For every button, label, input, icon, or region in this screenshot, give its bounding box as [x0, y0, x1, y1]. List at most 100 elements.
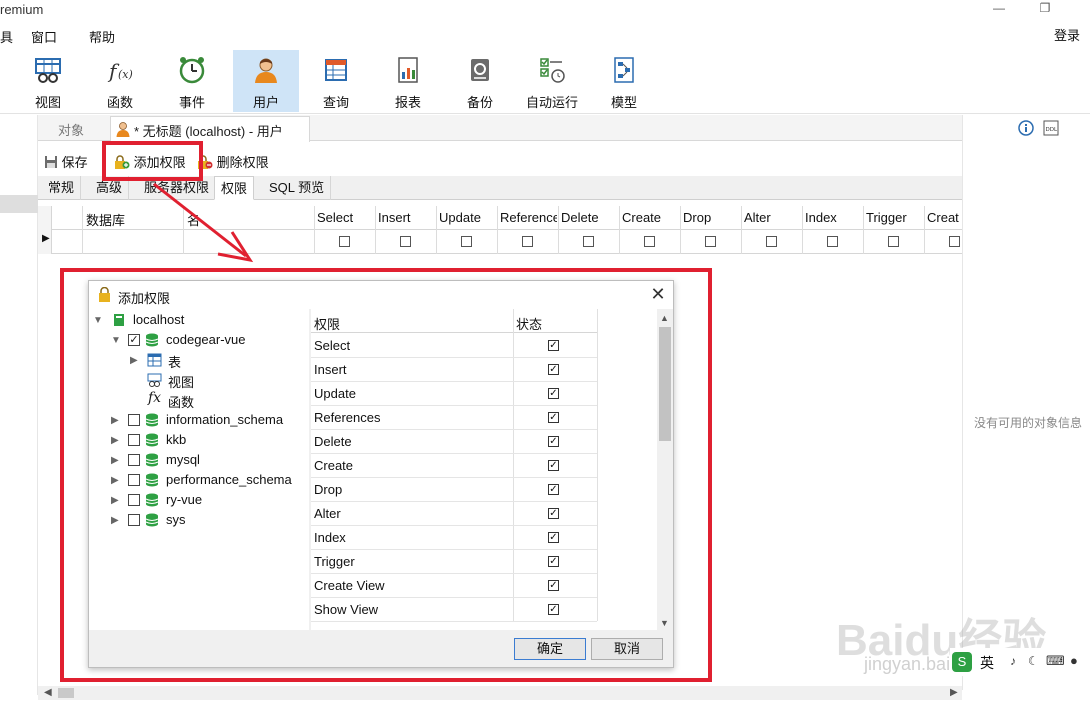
col-index[interactable]: Index: [805, 210, 862, 225]
col-insert[interactable]: Insert: [378, 210, 435, 225]
keyboard-icon[interactable]: ⌨: [1046, 653, 1065, 669]
grid-divider: [619, 206, 620, 254]
annotation-arrow-icon: [153, 182, 254, 263]
grid-divider: [375, 206, 376, 254]
menu-tools[interactable]: 具: [0, 27, 13, 46]
grid-divider: [82, 206, 83, 254]
scroll-left-icon[interactable]: ◀: [44, 687, 52, 698]
tool-function[interactable]: f (x) 函数: [89, 50, 151, 112]
grid-checkbox[interactable]: [644, 236, 655, 247]
grid-divider: [802, 206, 803, 254]
col-create-view[interactable]: Creat: [927, 210, 961, 225]
tree-selection[interactable]: [0, 195, 38, 213]
col-delete[interactable]: Delete: [561, 210, 618, 225]
highlight-box-dialog: [60, 268, 712, 682]
tool-view[interactable]: 视图: [17, 50, 79, 112]
col-drop[interactable]: Drop: [683, 210, 740, 225]
grid-checkbox[interactable]: [949, 236, 960, 247]
tool-label: 函数: [106, 95, 133, 110]
delete-privilege-label: 删除权限: [216, 155, 269, 170]
tool-model[interactable]: 模型: [593, 50, 655, 112]
grid-divider: [680, 206, 681, 254]
ime-logo-icon[interactable]: S: [952, 652, 972, 672]
grid-divider: [924, 206, 925, 254]
horizontal-scrollbar[interactable]: [38, 686, 962, 700]
tool-autorun[interactable]: 自动运行: [521, 50, 583, 112]
ime-toolbar: S 英 ♪ ☾ ⌨ ●: [950, 648, 1090, 676]
model-icon: [614, 57, 634, 83]
highlight-box-add-privilege: [102, 141, 203, 181]
ddl-icon[interactable]: DDL: [1043, 120, 1059, 136]
tool-event[interactable]: 事件: [161, 50, 223, 112]
tool-user[interactable]: 用户: [233, 50, 299, 112]
grid-checkbox[interactable]: [522, 236, 533, 247]
grid-checkbox[interactable]: [461, 236, 472, 247]
grid-checkbox[interactable]: [705, 236, 716, 247]
col-update[interactable]: Update: [439, 210, 496, 225]
info-icon[interactable]: [1018, 120, 1034, 136]
query-icon: [325, 59, 347, 81]
scroll-right-icon[interactable]: ▶: [950, 687, 958, 698]
menu-window[interactable]: 窗口: [31, 27, 57, 46]
grid-checkbox[interactable]: [339, 236, 350, 247]
grid-checkbox[interactable]: [888, 236, 899, 247]
autorun-icon: [540, 58, 565, 83]
ime-language[interactable]: 英: [980, 653, 994, 673]
save-label: 保存: [61, 155, 88, 170]
grid-divider: [558, 206, 559, 254]
tool-label: 模型: [610, 95, 637, 110]
scrollbar-thumb[interactable]: [58, 688, 74, 698]
save-icon: [45, 156, 57, 168]
main-toolbar: 视图 f (x) 函数 事件 用户 查询 报表 备份 自动运行 模型: [0, 46, 1090, 114]
tool-report[interactable]: 报表: [377, 50, 439, 112]
user-icon: [116, 122, 130, 137]
grid-divider: [497, 206, 498, 254]
svg-text:(x): (x): [118, 68, 133, 81]
tool-label: 自动运行: [525, 95, 578, 110]
grid-checkbox[interactable]: [583, 236, 594, 247]
tab-user-document[interactable]: * 无标题 (localhost) - 用户: [110, 116, 310, 142]
menu-help[interactable]: 帮助: [89, 27, 115, 46]
save-button[interactable]: 保存: [44, 152, 88, 171]
col-alter[interactable]: Alter: [744, 210, 801, 225]
tool-query[interactable]: 查询: [305, 50, 367, 112]
no-object-info-text: 没有可用的对象信息: [974, 416, 1083, 430]
tab-general[interactable]: 常规: [42, 176, 82, 200]
event-clock-icon: [179, 57, 205, 84]
tab-sql-preview[interactable]: SQL 预览: [263, 176, 332, 200]
user-icon[interactable]: ●: [1070, 653, 1078, 668]
report-icon: [398, 57, 418, 83]
current-row-marker: ▶: [42, 233, 50, 244]
col-trigger[interactable]: Trigger: [866, 210, 923, 225]
grid-checkbox[interactable]: [766, 236, 777, 247]
login-button[interactable]: 登录: [1054, 25, 1080, 44]
tool-backup[interactable]: 备份: [449, 50, 511, 112]
tool-label: 视图: [34, 95, 61, 110]
grid-checkbox[interactable]: [400, 236, 411, 247]
col-select[interactable]: Select: [317, 210, 374, 225]
view-icon: [35, 58, 61, 83]
app-title: remium: [0, 2, 44, 17]
grid-checkbox[interactable]: [827, 236, 838, 247]
col-references[interactable]: References: [500, 210, 557, 225]
col-create[interactable]: Create: [622, 210, 679, 225]
delete-privilege-button[interactable]: 删除权限: [197, 152, 269, 171]
svg-text:DDL: DDL: [1046, 127, 1058, 133]
grid-divider: [436, 206, 437, 254]
tool-label: 备份: [466, 95, 493, 110]
tool-label: 用户: [252, 95, 279, 110]
restore-button[interactable]: ❐: [1030, 0, 1060, 18]
punctuation-icon[interactable]: ♪: [1010, 654, 1016, 668]
tool-label: 事件: [178, 95, 205, 110]
grid-divider: [863, 206, 864, 254]
menu-bar: 具 窗口 帮助: [0, 22, 1090, 46]
tab-objects[interactable]: 对象: [58, 120, 84, 139]
tool-label: 报表: [394, 95, 421, 110]
tab-label: * 无标题 (localhost) - 用户: [134, 124, 283, 139]
moon-icon[interactable]: ☾: [1028, 654, 1039, 668]
minimize-button[interactable]: —: [984, 0, 1014, 18]
user-icon: [255, 58, 277, 83]
title-bar: [0, 0, 1090, 20]
function-icon: f (x): [107, 59, 133, 83]
row-indicator-column: [38, 206, 52, 254]
